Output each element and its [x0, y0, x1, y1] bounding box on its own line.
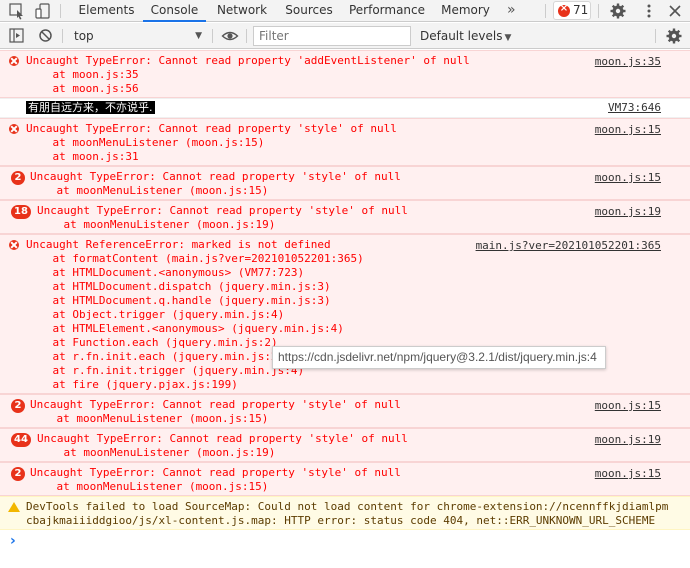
- console-log-message: 有朋自远方来，不亦说乎. VM73:646: [0, 98, 690, 118]
- toolbar-divider: [212, 29, 213, 43]
- repeat-count-badge: 2: [11, 467, 25, 481]
- stack-frame: at moon.js:31: [26, 150, 139, 163]
- chevron-down-icon: ▼: [504, 33, 512, 43]
- error-text: Uncaught TypeError: Cannot read property…: [30, 170, 401, 183]
- stack-frame: at fire (jquery.pjax.js:199): [26, 378, 238, 391]
- context-select[interactable]: top ▼: [66, 26, 208, 46]
- stack-frame: at HTMLElement.<anonymous> (jquery.min.j…: [26, 322, 344, 335]
- repeat-count-badge: 44: [11, 433, 31, 447]
- warning-icon: [8, 502, 20, 512]
- tab-memory[interactable]: Memory: [434, 0, 497, 22]
- log-text: 有朋自远方来，不亦说乎.: [26, 101, 155, 114]
- context-value: top: [74, 29, 94, 43]
- stack-frame: at moon.js:35: [26, 68, 139, 81]
- error-text: Uncaught TypeError: Cannot read property…: [26, 122, 397, 135]
- console-error-message: 18 Uncaught TypeError: Cannot read prope…: [0, 200, 690, 234]
- console-error-message: Uncaught TypeError: Cannot read property…: [0, 118, 690, 166]
- repeat-count-badge: 2: [11, 399, 25, 413]
- warning-text: cbajkmaiiiddgioo/js/xl-content.js.map: H…: [26, 514, 656, 527]
- source-link[interactable]: VM73:646: [608, 101, 661, 115]
- filter-input[interactable]: [253, 26, 411, 46]
- console-messages: Uncaught TypeError: Cannot read property…: [0, 50, 690, 530]
- warning-text: DevTools failed to load SourceMap: Could…: [26, 500, 669, 513]
- console-error-message: 2 Uncaught TypeError: Cannot read proper…: [0, 462, 690, 496]
- tab-network[interactable]: Network: [207, 0, 277, 22]
- repeat-count-badge: 18: [11, 205, 31, 219]
- repeat-count-badge: 2: [11, 171, 25, 185]
- toolbar-divider: [598, 4, 599, 18]
- stack-frame: at HTMLDocument.q.handle (jquery.min.js:…: [26, 294, 331, 307]
- devtools-tab-bar: Elements Console Network Sources Perform…: [0, 0, 690, 22]
- console-toolbar: top ▼ Default levels▼: [0, 23, 690, 49]
- console-error-message: Uncaught ReferenceError: marked is not d…: [0, 234, 690, 394]
- tab-elements[interactable]: Elements: [70, 0, 143, 22]
- console-prompt[interactable]: ›: [0, 532, 690, 568]
- console-error-message: 2 Uncaught TypeError: Cannot read proper…: [0, 166, 690, 200]
- error-text: Uncaught TypeError: Cannot read property…: [26, 54, 470, 67]
- device-toolbar-icon[interactable]: [34, 2, 52, 20]
- toolbar-divider: [545, 4, 546, 18]
- error-count-badge[interactable]: × 71: [553, 1, 591, 20]
- source-link[interactable]: moon.js:35: [595, 55, 661, 69]
- console-error-message: 2 Uncaught TypeError: Cannot read proper…: [0, 394, 690, 428]
- error-text: Uncaught TypeError: Cannot read property…: [30, 398, 401, 411]
- console-warning-message: DevTools failed to load SourceMap: Could…: [0, 496, 690, 530]
- error-text: Uncaught TypeError: Cannot read property…: [37, 432, 408, 445]
- error-text: Uncaught TypeError: Cannot read property…: [30, 466, 401, 479]
- show-sidebar-icon[interactable]: [8, 27, 26, 45]
- error-count: 71: [573, 3, 589, 17]
- url-tooltip: https://cdn.jsdelivr.net/npm/jquery@3.2.…: [272, 346, 606, 369]
- source-link[interactable]: moon.js:19: [595, 433, 661, 447]
- stack-frame: at moon.js:56: [26, 82, 139, 95]
- log-levels-select[interactable]: Default levels ▼: [420, 26, 511, 46]
- stack-frame: at moonMenuListener (moon.js:15): [30, 412, 269, 425]
- stack-frame: at moonMenuListener (moon.js:15): [30, 480, 269, 493]
- toolbar-divider: [655, 29, 656, 43]
- tab-sources[interactable]: Sources: [277, 0, 341, 22]
- stack-frame: at moonMenuListener (moon.js:15): [30, 184, 269, 197]
- source-link[interactable]: moon.js:19: [595, 205, 661, 219]
- source-link[interactable]: moon.js:15: [595, 399, 661, 413]
- toolbar-divider: [246, 29, 247, 43]
- error-icon: [9, 56, 19, 66]
- error-text: Uncaught TypeError: Cannot read property…: [37, 204, 408, 217]
- stack-frame: at formatContent (main.js?ver=2021010522…: [26, 252, 364, 265]
- console-settings-gear-icon[interactable]: [665, 27, 683, 45]
- error-icon: [9, 240, 19, 250]
- toolbar-divider: [62, 29, 63, 43]
- error-icon: ×: [558, 3, 570, 17]
- prompt-chevron-icon: ›: [10, 533, 16, 549]
- source-link[interactable]: main.js?ver=202101052201:365: [476, 239, 661, 253]
- error-icon: [9, 124, 19, 134]
- console-error-message: Uncaught TypeError: Cannot read property…: [0, 50, 690, 98]
- gear-icon[interactable]: [609, 2, 627, 20]
- tab-performance[interactable]: Performance: [341, 0, 433, 22]
- inspect-element-icon[interactable]: [8, 2, 26, 20]
- source-link[interactable]: moon.js:15: [595, 171, 661, 185]
- more-tabs-button[interactable]: »: [507, 0, 516, 22]
- more-options-icon[interactable]: [640, 2, 658, 20]
- clear-console-icon[interactable]: [37, 27, 55, 45]
- stack-frame: at moonMenuListener (moon.js:19): [37, 446, 276, 459]
- toolbar-divider: [60, 4, 61, 18]
- stack-frame: at HTMLDocument.<anonymous> (VM77:723): [26, 266, 305, 279]
- console-error-message: 44 Uncaught TypeError: Cannot read prope…: [0, 428, 690, 462]
- source-link[interactable]: moon.js:15: [595, 467, 661, 481]
- close-icon[interactable]: [666, 2, 684, 20]
- log-levels-label: Default levels: [420, 29, 503, 43]
- stack-frame: at moonMenuListener (moon.js:15): [26, 136, 265, 149]
- stack-frame: at Object.trigger (jquery.min.js:4): [26, 308, 285, 321]
- stack-frame: at HTMLDocument.dispatch (jquery.min.js:…: [26, 280, 331, 293]
- eye-icon[interactable]: [221, 27, 239, 45]
- chevron-down-icon: ▼: [195, 31, 202, 41]
- source-link[interactable]: moon.js:15: [595, 123, 661, 137]
- stack-frame: at moonMenuListener (moon.js:19): [37, 218, 276, 231]
- tab-console[interactable]: Console: [143, 0, 206, 22]
